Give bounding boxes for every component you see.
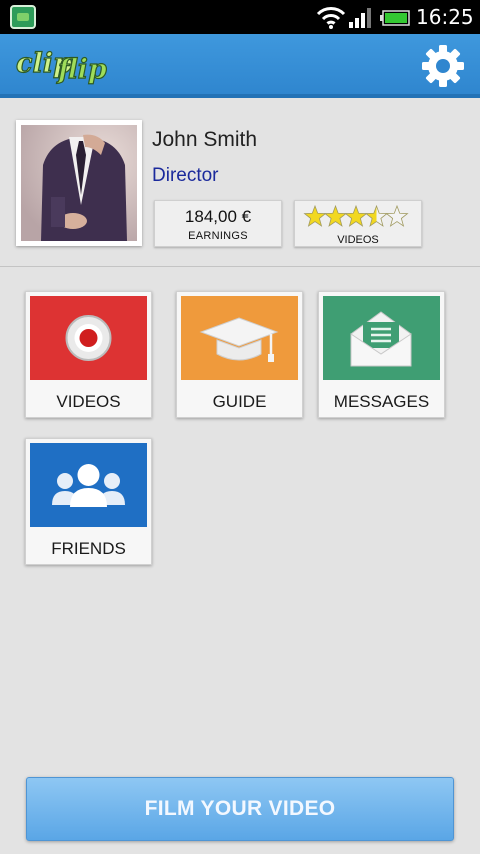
group-icon [30, 443, 147, 527]
battery-icon [380, 10, 410, 26]
tile-label-friends: FRIENDS [51, 539, 126, 558]
profile-name: John Smith [152, 128, 258, 151]
avatar[interactable] [16, 120, 142, 246]
clipflip-logo: clip flip [15, 47, 107, 85]
app-notification-icon [10, 5, 36, 29]
tile-label-guide: GUIDE [212, 392, 267, 411]
star-icon [323, 204, 348, 227]
film-your-video-button[interactable]: FILM YOUR VIDEO [26, 777, 454, 841]
signal-icon [349, 8, 371, 28]
status-bar: 16:25 [0, 0, 480, 34]
wifi-icon [316, 7, 346, 29]
status-time: 16:25 [416, 5, 474, 29]
profile-photo [21, 125, 137, 241]
svg-text:flip: flip [56, 54, 107, 85]
star-rating [303, 204, 409, 227]
record-icon [30, 296, 147, 380]
action-bar: clip flip [0, 34, 480, 98]
envelope-icon [323, 296, 440, 380]
tile-label-messages: MESSAGES [333, 392, 430, 411]
star-icon [303, 204, 327, 227]
earnings-value: 184,00 € [184, 207, 252, 226]
rating-label: VIDEOS [337, 234, 379, 246]
star-icon [344, 204, 368, 227]
earnings-label: EARNINGS [188, 230, 248, 242]
tile-videos[interactable]: VIDEOS [25, 291, 152, 418]
tile-friends[interactable]: FRIENDS [25, 438, 152, 565]
tile-guide[interactable]: GUIDE [176, 291, 303, 418]
earnings-box[interactable]: 184,00 € EARNINGS [154, 200, 282, 247]
star-icon [364, 204, 389, 227]
tile-messages[interactable]: MESSAGES [318, 291, 445, 418]
gear-icon[interactable] [420, 43, 466, 89]
divider [0, 266, 480, 267]
rating-box[interactable]: VIDEOS [294, 200, 422, 247]
profile-role: Director [152, 165, 219, 186]
graduation-cap-icon [181, 296, 298, 380]
star-icon [385, 204, 409, 227]
tile-label-videos: VIDEOS [56, 392, 121, 411]
